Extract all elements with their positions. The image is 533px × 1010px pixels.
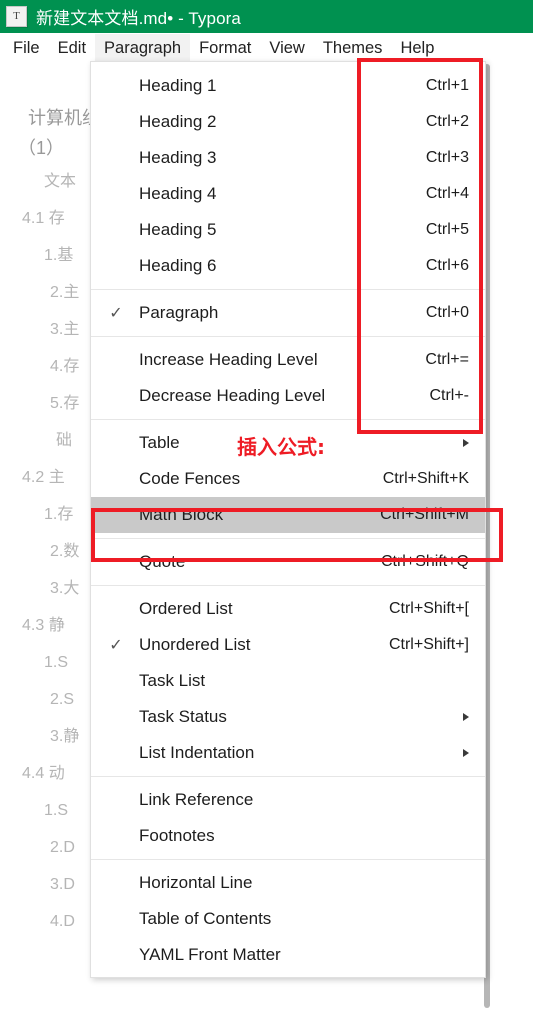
menu-item-increase-heading-level[interactable]: Increase Heading Level Ctrl+= <box>91 342 485 378</box>
menu-item-shortcut: Ctrl+- <box>429 387 469 404</box>
menu-separator <box>91 538 485 539</box>
menu-item-label: Heading 6 <box>139 256 217 275</box>
menubar-item-file[interactable]: File <box>4 34 49 63</box>
checkmark-icon: ✓ <box>109 305 123 322</box>
menu-item-shortcut: Ctrl+Shift+Q <box>380 553 469 570</box>
menu-item-label: Table <box>139 433 180 452</box>
title-bar: T 新建文本文档.md• - Typora <box>0 0 533 33</box>
menu-item-shortcut: Ctrl+0 <box>425 304 469 321</box>
menu-item-heading-3[interactable]: Heading 3 Ctrl+3 <box>91 140 485 176</box>
menubar-item-help[interactable]: Help <box>391 34 443 63</box>
menu-item-paragraph[interactable]: ✓ Paragraph Ctrl+0 <box>91 295 485 331</box>
menu-item-math-block[interactable]: Math Block Ctrl+Shift+M <box>91 497 485 533</box>
menu-item-unordered-list[interactable]: ✓ Unordered List Ctrl+Shift+] <box>91 627 485 663</box>
menu-item-shortcut: Ctrl+Shift+M <box>380 506 469 523</box>
menu-item-ordered-list[interactable]: Ordered List Ctrl+Shift+[ <box>91 591 485 627</box>
menu-item-label: Horizontal Line <box>139 873 253 892</box>
menu-item-label: Increase Heading Level <box>139 350 318 369</box>
chevron-right-icon <box>463 749 469 757</box>
chevron-right-icon <box>463 713 469 721</box>
menu-separator <box>91 289 485 290</box>
menu-item-shortcut: Ctrl+Shift+K <box>382 470 469 487</box>
menubar-item-view[interactable]: View <box>260 34 313 63</box>
menu-item-heading-5[interactable]: Heading 5 Ctrl+5 <box>91 212 485 248</box>
menu-item-shortcut: Ctrl+1 <box>425 77 469 94</box>
menu-item-label: Heading 4 <box>139 184 217 203</box>
menu-item-label: Code Fences <box>139 469 241 488</box>
menu-item-heading-4[interactable]: Heading 4 Ctrl+4 <box>91 176 485 212</box>
menu-item-shortcut: Ctrl+4 <box>425 185 469 202</box>
menu-item-shortcut: Ctrl+2 <box>425 113 469 130</box>
menu-item-label: Link Reference <box>139 790 254 809</box>
chevron-right-icon <box>463 439 469 447</box>
menu-item-heading-2[interactable]: Heading 2 Ctrl+2 <box>91 104 485 140</box>
window-title: 新建文本文档.md• - Typora <box>36 9 241 28</box>
menu-item-label: Math Block <box>139 505 224 524</box>
menu-separator <box>91 585 485 586</box>
menu-item-footnotes[interactable]: Footnotes <box>91 818 485 854</box>
menu-item-horizontal-line[interactable]: Horizontal Line <box>91 865 485 901</box>
menubar-item-format[interactable]: Format <box>190 34 260 63</box>
checkmark-icon: ✓ <box>109 637 123 654</box>
menu-item-label: Quote <box>139 552 186 571</box>
menu-item-code-fences[interactable]: Code Fences Ctrl+Shift+K <box>91 461 485 497</box>
menu-item-label: Table of Contents <box>139 909 272 928</box>
menu-item-task-list[interactable]: Task List <box>91 663 485 699</box>
menu-item-label: Heading 1 <box>139 76 217 95</box>
menubar-item-edit[interactable]: Edit <box>49 34 95 63</box>
menu-item-label: Heading 3 <box>139 148 217 167</box>
menu-item-shortcut: Ctrl+3 <box>425 149 469 166</box>
menu-item-label: Unordered List <box>139 635 251 654</box>
menu-item-table-of-contents[interactable]: Table of Contents <box>91 901 485 937</box>
paragraph-dropdown-menu[interactable]: Heading 1 Ctrl+1 Heading 2 Ctrl+2 Heading 3 C… <box>90 61 486 978</box>
menu-item-quote[interactable]: Quote Ctrl+Shift+Q <box>91 544 485 580</box>
menu-item-shortcut: Ctrl+6 <box>425 257 469 274</box>
menu-item-label: Task List <box>139 671 206 690</box>
menu-item-shortcut: Ctrl+= <box>425 351 469 368</box>
menu-item-label: Task Status <box>139 707 227 726</box>
typora-app-icon: T <box>6 6 27 27</box>
menu-item-heading-1[interactable]: Heading 1 Ctrl+1 <box>91 68 485 104</box>
menu-separator <box>91 419 485 420</box>
menubar-item-themes[interactable]: Themes <box>314 34 392 63</box>
menu-item-label: Heading 2 <box>139 112 217 131</box>
menu-bar: File Edit Paragraph Format View Themes Help <box>0 33 533 63</box>
menu-item-label: Paragraph <box>139 303 219 322</box>
annotation-label-insert-formula: 插入公式: <box>237 435 325 459</box>
menu-item-label: List Indentation <box>139 743 255 762</box>
menu-item-label: YAML Front Matter <box>139 945 281 964</box>
menu-item-label: Heading 5 <box>139 220 217 239</box>
menu-separator <box>91 776 485 777</box>
menubar-item-paragraph[interactable]: Paragraph <box>95 33 191 63</box>
menu-item-label: Footnotes <box>139 826 215 845</box>
menu-item-shortcut: Ctrl+Shift+] <box>388 636 469 653</box>
menu-separator <box>91 336 485 337</box>
menu-item-label: Ordered List <box>139 599 233 618</box>
menu-item-task-status[interactable]: Task Status <box>91 699 485 735</box>
menu-item-heading-6[interactable]: Heading 6 Ctrl+6 <box>91 248 485 284</box>
menu-item-decrease-heading-level[interactable]: Decrease Heading Level Ctrl+- <box>91 378 485 414</box>
menu-item-label: Decrease Heading Level <box>139 386 326 405</box>
menu-item-shortcut: Ctrl+5 <box>425 221 469 238</box>
menu-item-shortcut: Ctrl+Shift+[ <box>388 600 469 617</box>
menu-item-list-indentation[interactable]: List Indentation <box>91 735 485 771</box>
menu-item-link-reference[interactable]: Link Reference <box>91 782 485 818</box>
menu-separator <box>91 859 485 860</box>
menu-item-yaml-front-matter[interactable]: YAML Front Matter <box>91 937 485 973</box>
